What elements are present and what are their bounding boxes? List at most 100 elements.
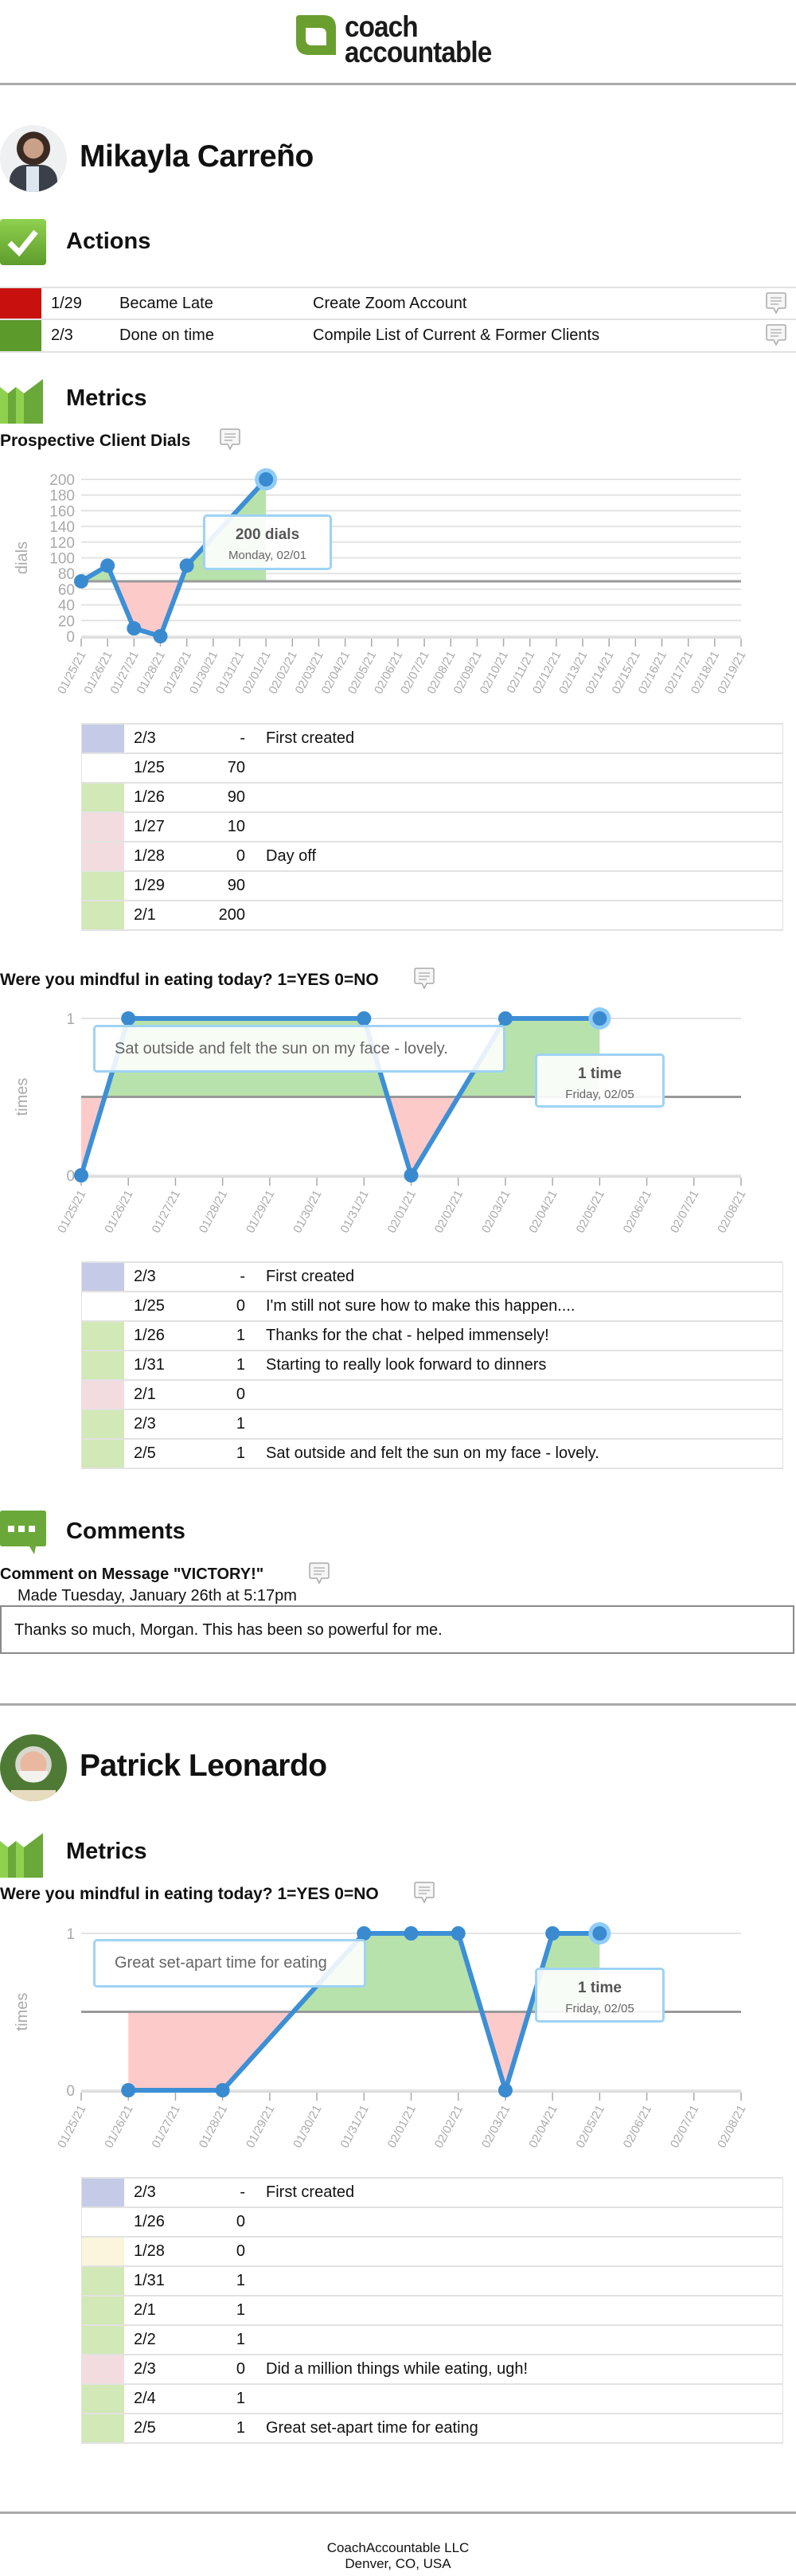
entry-value: 1 — [197, 2383, 256, 2414]
y-axis-label: times — [14, 1078, 31, 1116]
table-row[interactable]: 1/27 10 — [81, 811, 783, 842]
data-point — [179, 558, 194, 573]
table-row[interactable]: 2/3- First created — [81, 2177, 783, 2208]
metric-title[interactable]: Were you mindful in eating today? 1=YES … — [0, 1885, 379, 1904]
chart-tooltip: 200 dials Monday, 02/01 — [203, 514, 332, 570]
x-tick-label: 02/06/21 — [621, 2103, 654, 2151]
table-row[interactable]: 1/31 1 Starting to really look forward to … — [81, 1350, 783, 1381]
entry-date: 2/4 — [124, 2383, 197, 2414]
y-tick-label: 200 — [49, 472, 75, 489]
table-row[interactable]: 1/28 0 Day off — [81, 841, 783, 872]
data-point — [153, 629, 168, 643]
comment-icon[interactable] — [766, 292, 786, 315]
comment-icon[interactable] — [414, 1882, 435, 1904]
table-row[interactable]: 1/29 90 — [81, 870, 783, 901]
entry-value: - — [197, 1261, 256, 1292]
entry-note — [256, 2295, 783, 2326]
avatar-mikayla — [0, 125, 67, 192]
entry-value: - — [197, 723, 256, 754]
table-row[interactable]: 2/1 0 — [81, 1379, 783, 1410]
table-row[interactable]: 1/26 1 Thanks for the chat - helped immens… — [81, 1320, 783, 1351]
table-row[interactable]: 2/1 200 — [81, 900, 783, 931]
table-row[interactable]: 2/4 1 — [81, 2383, 783, 2414]
entry-note — [256, 870, 783, 901]
entry-value: 1 — [197, 1350, 256, 1381]
entry-note — [256, 2324, 783, 2355]
action-title[interactable]: Create Zoom Account — [313, 295, 466, 313]
x-tick-label: 01/25/21 — [55, 2103, 88, 2151]
y-tick-label: 1 — [66, 1011, 75, 1028]
table-row[interactable]: 2/3 1 — [81, 1409, 783, 1440]
table-row[interactable]: 2/5 1 Great set-apart time for eating — [81, 2413, 783, 2444]
entry-date: 1/31 — [124, 2265, 197, 2297]
x-tick-label: 01/26/21 — [102, 2103, 135, 2151]
row-color-swatch — [81, 2207, 124, 2238]
entry-value: 90 — [197, 870, 256, 901]
entry-value: 1 — [197, 1409, 256, 1440]
data-point — [592, 1926, 607, 1941]
data-point — [121, 1011, 136, 1026]
metric-title[interactable]: Prospective Client Dials — [0, 432, 190, 451]
y-tick-label: 20 — [58, 613, 75, 630]
entry-value: 0 — [197, 1379, 256, 1410]
table-row[interactable]: 1/25 0 I'm still not sure how to make this… — [81, 1291, 783, 1322]
status-swatch — [0, 320, 41, 351]
comment-icon[interactable] — [220, 428, 240, 451]
entry-note: Thanks for the chat - helped immensely! — [256, 1320, 783, 1351]
entry-date: 1/27 — [124, 811, 197, 842]
header-divider — [0, 83, 796, 85]
comment-icon[interactable] — [766, 324, 786, 346]
comment-icon[interactable] — [414, 967, 435, 990]
comment-heading[interactable]: Comment on Message "VICTORY!" — [0, 1566, 263, 1584]
footer-divider — [0, 2512, 796, 2514]
client-name[interactable]: Patrick Leonardo — [80, 1749, 327, 1784]
table-row[interactable]: 2/1 1 — [81, 2295, 783, 2326]
metric-entries-table: 2/3- First created 1/25 0 I'm still not sure… — [81, 1261, 783, 1469]
comment-icon[interactable] — [309, 1562, 330, 1585]
y-tick-label: 100 — [49, 551, 75, 568]
tooltip-date: Monday, 02/01 — [228, 549, 307, 562]
row-color-swatch — [81, 2383, 124, 2414]
y-tick-label: 0 — [66, 629, 75, 646]
entry-note: First created — [256, 1261, 783, 1292]
action-date: 2/3 — [51, 326, 73, 344]
row-color-swatch — [81, 811, 124, 842]
client-name[interactable]: Mikayla Carreño — [80, 139, 314, 174]
y-tick-label: 160 — [49, 503, 75, 520]
action-row[interactable]: 1/29 Became Late Create Zoom Account — [0, 287, 796, 319]
action-status: Became Late — [119, 295, 213, 312]
x-tick-label: 01/30/21 — [291, 1188, 324, 1236]
action-title[interactable]: Compile List of Current & Former Clients — [313, 326, 599, 345]
row-color-swatch — [81, 2177, 124, 2208]
tooltip-value: 1 time — [578, 1065, 622, 1082]
x-tick-label: 02/08/21 — [715, 2103, 748, 2151]
entry-note — [256, 2383, 783, 2414]
metric-title[interactable]: Were you mindful in eating today? 1=YES … — [0, 971, 379, 990]
tooltip-date: Friday, 02/05 — [565, 2002, 634, 2015]
data-point — [404, 1168, 419, 1182]
table-row[interactable]: 1/26 0 — [81, 2207, 783, 2238]
table-row[interactable]: 2/3 0 Did a million things while eating, u… — [81, 2354, 783, 2385]
table-row[interactable]: 1/31 1 — [81, 2265, 783, 2297]
entry-note — [256, 2207, 783, 2238]
row-color-swatch — [81, 782, 124, 813]
table-row[interactable]: 2/3- First created — [81, 1261, 783, 1292]
row-color-swatch — [81, 2236, 124, 2267]
entry-date: 2/1 — [124, 2295, 197, 2326]
entry-note: Starting to really look forward to dinne… — [256, 1350, 783, 1381]
row-color-swatch — [81, 1320, 124, 1351]
entry-date: 2/5 — [124, 1438, 197, 1469]
entry-date: 1/29 — [124, 870, 197, 901]
table-row[interactable]: 1/25 70 — [81, 752, 783, 784]
table-row[interactable]: 1/28 0 — [81, 2236, 783, 2267]
table-row[interactable]: 2/5 1 Sat outside and felt the sun on my f… — [81, 1438, 783, 1469]
table-row[interactable]: 1/26 90 — [81, 782, 783, 813]
logo-text: coach accountable — [345, 12, 492, 67]
metric-chart[interactable]: 020406080100120140160180200dials01/25/21… — [0, 468, 796, 716]
entry-date: 2/3 — [124, 1261, 197, 1292]
table-row[interactable]: 2/2 1 — [81, 2324, 783, 2355]
action-row[interactable]: 2/3 Done on time Compile List of Current… — [0, 319, 796, 353]
entry-value: 0 — [197, 2354, 256, 2385]
entry-value: 0 — [197, 1291, 256, 1322]
table-row[interactable]: 2/3- First created — [81, 723, 783, 754]
